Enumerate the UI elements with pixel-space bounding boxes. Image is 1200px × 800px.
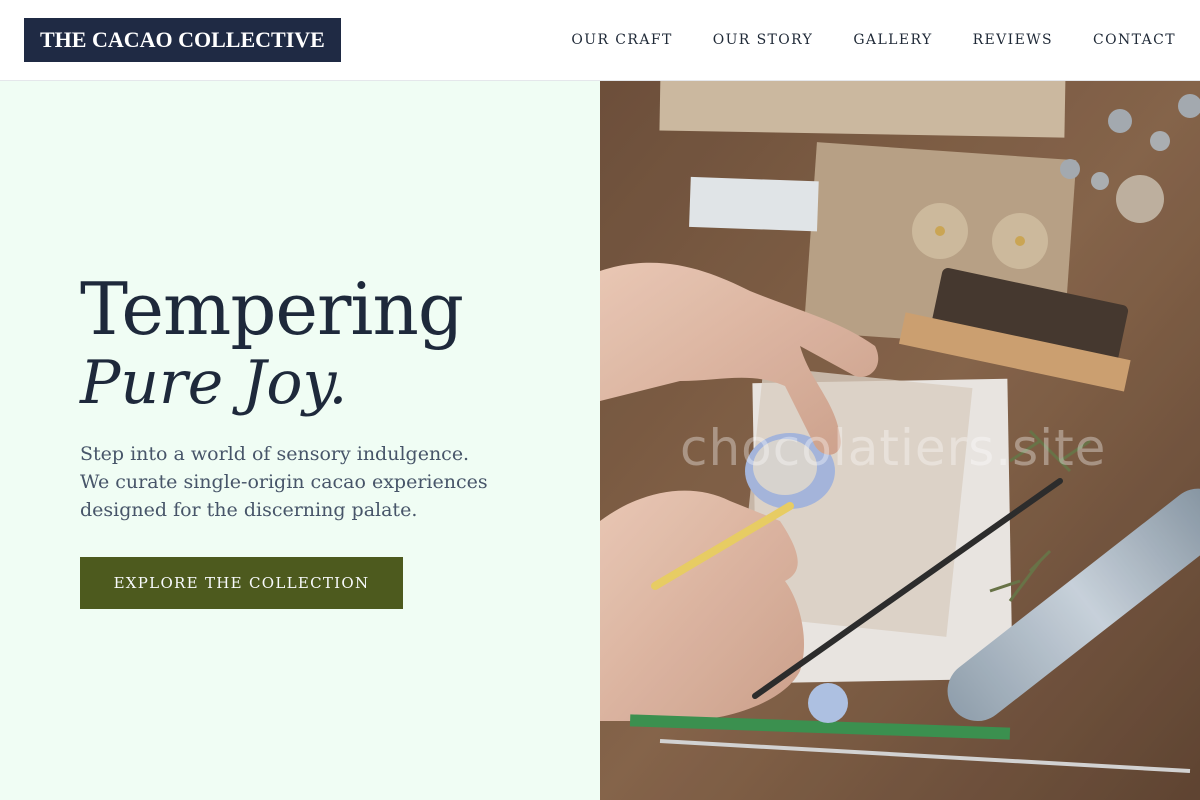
hero-image: chocolatiers.site	[600, 81, 1200, 800]
hero-headline-line1: Tempering	[80, 267, 464, 351]
nav-item-reviews[interactable]: REVIEWS	[973, 32, 1053, 48]
hero-headline: Tempering Pure Joy.	[80, 267, 464, 419]
main-nav: OUR CRAFT OUR STORY GALLERY REVIEWS CONT…	[571, 0, 1176, 80]
hero-description-line3: designed for the discerning palate.	[80, 499, 418, 521]
hero-description-line2: We curate single-origin cacao experience…	[80, 471, 488, 493]
nav-item-contact[interactable]: CONTACT	[1093, 32, 1176, 48]
hero-description: Step into a world of sensory indulgence.…	[80, 440, 530, 524]
nav-item-gallery[interactable]: GALLERY	[853, 32, 932, 48]
hero-description-line1: Step into a world of sensory indulgence.	[80, 443, 470, 465]
hero-section: Tempering Pure Joy. Step into a world of…	[0, 81, 600, 800]
explore-collection-button[interactable]: EXPLORE THE COLLECTION	[80, 557, 403, 609]
hero-headline-line2: Pure Joy.	[80, 348, 348, 418]
image-watermark: chocolatiers.site	[680, 419, 1107, 477]
brand-logo[interactable]: THE CACAO COLLECTIVE	[24, 18, 341, 62]
nav-item-our-story[interactable]: OUR STORY	[713, 32, 814, 48]
nav-item-our-craft[interactable]: OUR CRAFT	[571, 32, 672, 48]
site-header: THE CACAO COLLECTIVE OUR CRAFT OUR STORY…	[0, 0, 1200, 81]
